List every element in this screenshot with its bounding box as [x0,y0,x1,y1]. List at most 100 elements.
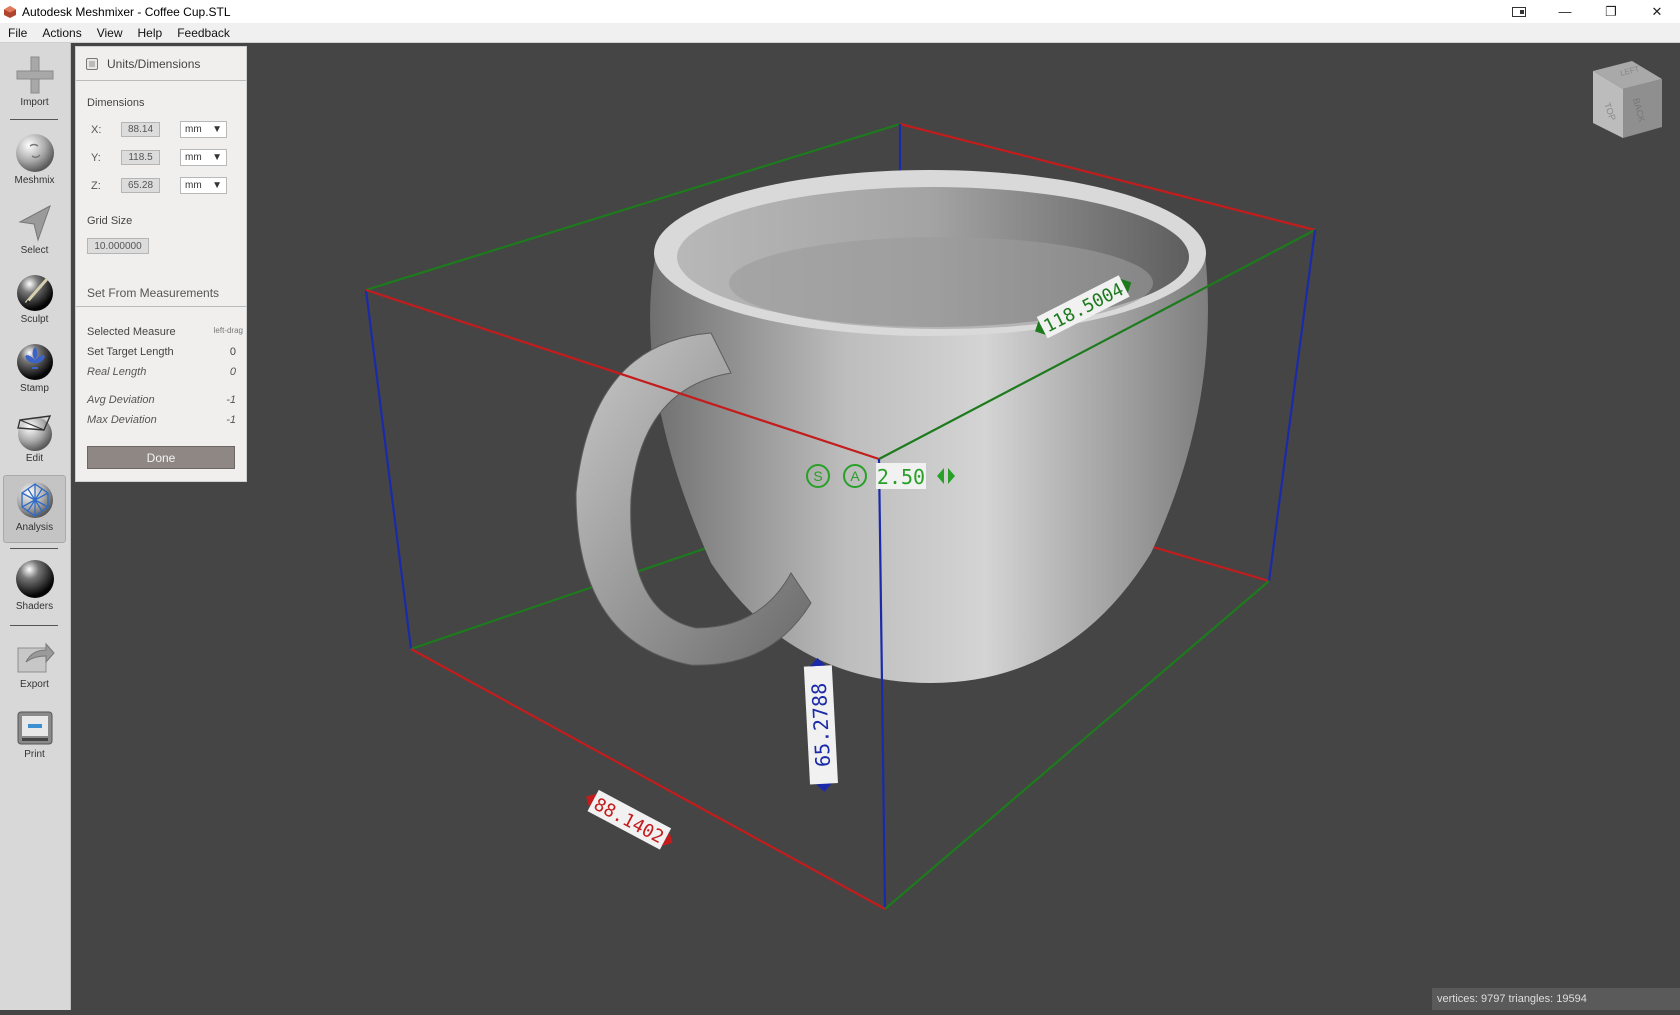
export-icon [17,642,55,673]
dimension-z-unit-select[interactable]: mm ▼ [180,177,227,194]
stamp-sphere-icon [16,344,53,380]
scene-canvas[interactable]: 118.5004 88.1402 65.2788 S A 2.50 TOP BA… [71,43,1680,1010]
meshmix-button[interactable]: Meshmix [3,129,66,197]
selected-measure-label: Selected Measure [87,326,176,338]
target-length-value[interactable]: 0 [230,346,243,358]
grid-size-heading: Grid Size [87,215,133,227]
meshmix-label: Meshmix [14,175,55,186]
bbox-edge [364,289,413,650]
max-deviation-label: Max Deviation [87,414,157,426]
menu-file[interactable]: File [0,26,34,40]
close-button[interactable]: ✕ [1634,0,1680,23]
target-length-row: Set Target Length 0 [87,346,243,358]
dropdown-arrow-icon: ▼ [212,152,222,163]
max-deviation-row: Max Deviation -1 [87,414,243,426]
export-button[interactable]: Export [3,633,66,701]
menu-view[interactable]: View [89,26,130,40]
avg-deviation-row: Avg Deviation -1 [87,394,243,406]
target-length-label: Set Target Length [87,346,174,358]
plus-icon [16,56,53,94]
dimension-y-unit-select[interactable]: mm ▼ [180,149,227,166]
dimension-y-label: Y: [91,151,101,164]
height-dimension-label[interactable]: 65.2788 [803,657,838,792]
shaders-button[interactable]: Shaders [3,555,66,623]
dimension-y-row: Y: 118.5 mm ▼ [91,149,241,166]
real-length-value: 0 [229,366,236,378]
print-button[interactable]: Print [3,703,66,771]
print-label: Print [24,749,45,760]
dimension-x-field[interactable]: 88.14 [121,122,160,137]
maximize-button[interactable]: ❐ [1588,0,1634,23]
import-button[interactable]: Import [3,51,66,119]
menu-actions[interactable]: Actions [34,26,88,40]
dimension-z-field[interactable]: 65.28 [121,178,160,193]
done-button[interactable]: Done [87,446,235,469]
unit-value: mm [185,180,202,191]
dimension-x-row: X: 88.14 mm ▼ [91,121,241,138]
toolbar-divider [10,548,58,549]
arrow-cursor-icon [17,204,51,242]
menu-bar: File Actions View Help Feedback [0,23,1680,43]
tablet-mode-icon[interactable] [1496,0,1542,23]
coffee-cup-model[interactable] [575,170,1208,683]
menu-help[interactable]: Help [130,26,170,40]
brush-sphere-icon [16,275,53,311]
import-label: Import [20,97,49,108]
panel-collapse-icon[interactable] [86,57,98,70]
dimension-y-field[interactable]: 118.5 [121,150,160,165]
analysis-button[interactable]: Analysis [3,475,66,543]
avg-deviation-label: Avg Deviation [87,394,155,406]
units-dimensions-panel: Units/Dimensions Dimensions X: 88.14 mm ▼… [75,46,247,482]
grid-size-field[interactable]: 10.000000 [87,238,149,254]
edit-label: Edit [25,453,44,464]
stamp-button[interactable]: Stamp [3,337,66,405]
selected-measure-value: left-drag [213,326,243,335]
printer-icon [17,711,52,745]
select-label: Select [20,245,49,256]
height-value: 65.2788 [807,682,835,767]
selected-measure-row: Selected Measure left-drag [87,326,243,338]
avg-deviation-value: -1 [226,394,236,406]
panel-title: Units/Dimensions [107,56,201,71]
width-dimension-label[interactable]: 88.1402 [580,786,678,853]
toolbar-divider [10,119,58,120]
main-toolbar: Import Meshmix Select Sculpt Stamp Edit … [0,43,71,1010]
mesh-stats-status: vertices: 9797 triangles: 19594 [1432,988,1680,1010]
unit-value: mm [185,124,202,135]
shader-sphere-icon [15,560,54,598]
dimensions-heading: Dimensions [87,97,145,109]
window-controls: — ❐ ✕ [1496,0,1680,23]
sculpt-label: Sculpt [20,314,49,325]
toolbar-divider [10,625,58,626]
export-label: Export [20,679,49,690]
meshmix-sphere-icon [15,134,54,172]
sculpt-button[interactable]: Sculpt [3,268,66,336]
analysis-label: Analysis [15,522,54,533]
dimension-x-unit-select[interactable]: mm ▼ [180,121,227,138]
measurements-heading: Set From Measurements [76,279,246,307]
stamp-label: Stamp [20,383,49,394]
meshmixer-logo-icon [4,5,16,18]
panel-header: Units/Dimensions [76,47,246,81]
snap-s-label: S [813,468,822,484]
title-bar: Autodesk Meshmixer - Coffee Cup.STL — ❐ … [0,0,1680,23]
shaders-label: Shaders [15,601,54,612]
dimension-x-label: X: [91,123,102,136]
view-cube[interactable]: TOP BACK LEFT [1593,61,1662,138]
select-button[interactable]: Select [3,199,66,267]
dimension-z-row: Z: 65.28 mm ▼ [91,177,241,194]
unit-value: mm [185,152,202,163]
menu-feedback[interactable]: Feedback [169,26,237,40]
max-deviation-value: -1 [226,414,236,426]
bbox-edge [1267,229,1317,582]
gizmo-value: 2.50 [877,465,925,489]
minimize-button[interactable]: — [1542,0,1588,23]
analysis-sphere-icon [16,482,53,518]
3d-viewport[interactable]: 118.5004 88.1402 65.2788 S A 2.50 TOP BA… [71,43,1680,1010]
dimension-z-label: Z: [91,179,101,192]
dropdown-arrow-icon: ▼ [212,180,222,191]
snap-a-label: A [850,468,860,484]
edit-button[interactable]: Edit [3,407,66,475]
real-length-label: Real Length [87,366,147,378]
edit-sphere-icon [16,415,52,451]
